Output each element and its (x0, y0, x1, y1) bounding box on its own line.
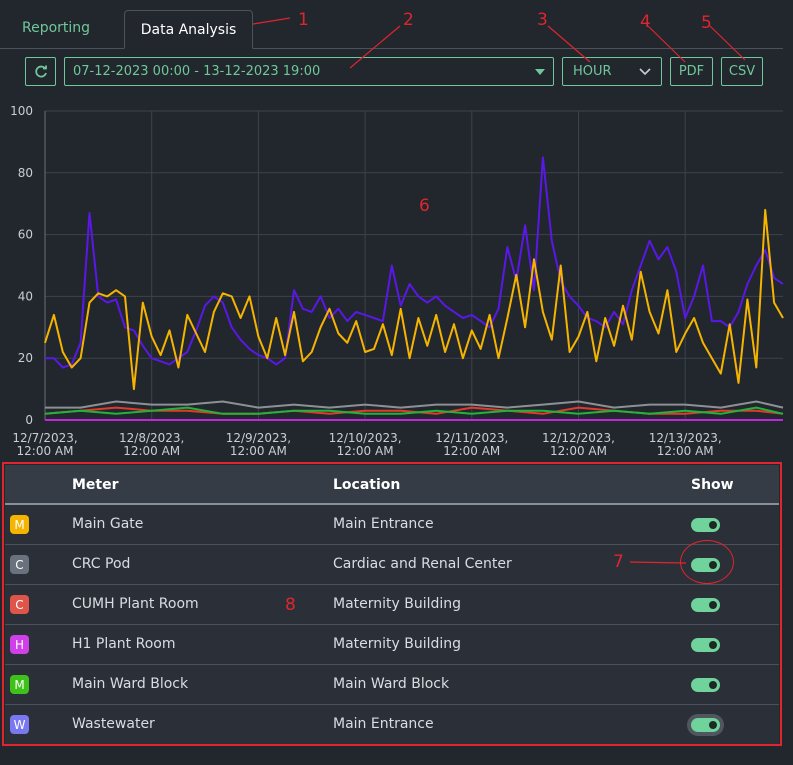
x-tick-label: 12/12/2023, (542, 431, 615, 445)
x-tick-label: 12/11/2023, (435, 431, 508, 445)
csv-export-button[interactable]: CSV (721, 57, 763, 86)
annotation-2: 2 (403, 10, 414, 30)
interval-select[interactable]: HOUR (562, 57, 662, 86)
x-tick-label: 12:00 AM (123, 444, 180, 458)
x-tick-label: 12:00 AM (337, 444, 394, 458)
y-tick-label: 40 (18, 289, 33, 303)
refresh-button[interactable] (25, 57, 56, 86)
annotation-3: 3 (537, 10, 548, 30)
annotation-4: 4 (640, 12, 651, 32)
date-range-select[interactable]: 07-12-2023 00:00 - 13-12-2023 19:00 (64, 57, 554, 86)
y-tick-label: 0 (25, 413, 33, 427)
annotation-5: 5 (701, 13, 712, 33)
annotation-circle-toggle (680, 540, 734, 584)
x-tick-label: 12/7/2023, (12, 431, 77, 445)
annotation-box-table (2, 462, 782, 746)
tab-bar: Reporting Data Analysis (0, 0, 793, 49)
x-tick-label: 12/13/2023, (649, 431, 722, 445)
annotation-1: 1 (298, 10, 309, 30)
chevron-down-icon (639, 67, 651, 75)
y-tick-label: 80 (18, 166, 33, 180)
pdf-export-button[interactable]: PDF (670, 57, 713, 86)
refresh-icon (34, 65, 47, 77)
x-tick-label: 12:00 AM (230, 444, 287, 458)
x-tick-label: 12:00 AM (17, 444, 74, 458)
tab-divider (0, 48, 783, 49)
tab-data-analysis[interactable]: Data Analysis (124, 10, 253, 49)
series-line-2 (45, 400, 784, 409)
interval-value: HOUR (573, 64, 612, 79)
x-tick-label: 12/9/2023, (226, 431, 291, 445)
tab-reporting[interactable]: Reporting (22, 20, 90, 36)
annotation-7: 7 (613, 552, 624, 572)
x-tick-label: 12:00 AM (550, 444, 607, 458)
y-tick-label: 60 (18, 228, 33, 242)
x-tick-label: 12:00 AM (443, 444, 500, 458)
y-tick-label: 100 (10, 104, 33, 118)
x-tick-label: 12/8/2023, (119, 431, 184, 445)
x-tick-label: 12/10/2023, (329, 431, 402, 445)
caret-down-icon (535, 68, 545, 75)
annotation-8: 8 (285, 595, 296, 615)
line-chart[interactable]: 02040608010012/7/2023,12:00 AM12/8/2023,… (0, 100, 793, 460)
x-tick-label: 12:00 AM (657, 444, 714, 458)
annotation-6: 6 (419, 196, 430, 216)
y-tick-label: 20 (18, 351, 33, 365)
series-line-0 (44, 208, 784, 391)
date-range-value: 07-12-2023 00:00 - 13-12-2023 19:00 (73, 64, 321, 79)
